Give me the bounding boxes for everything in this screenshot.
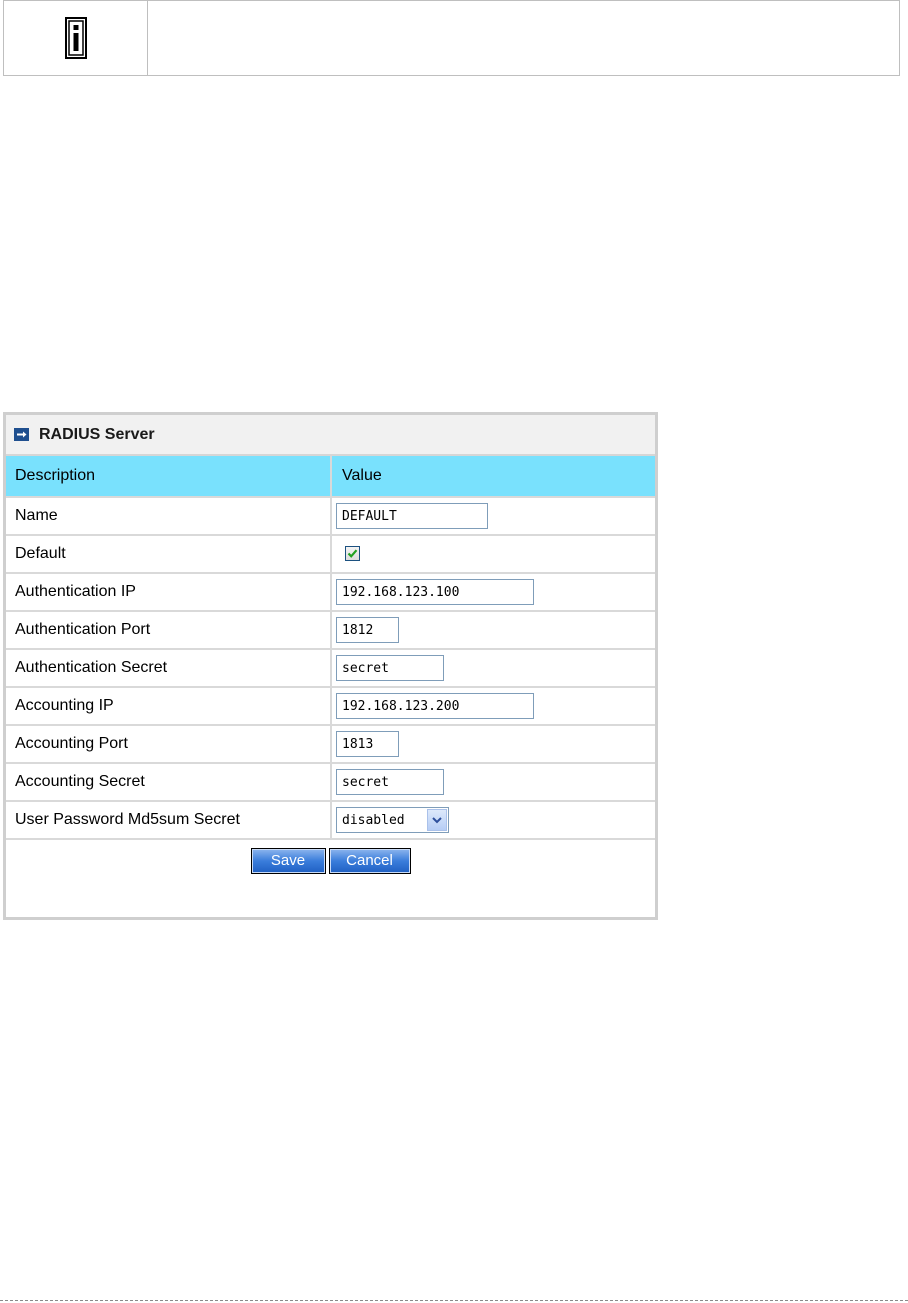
default-checkbox[interactable] xyxy=(345,546,360,562)
md5-secret-select[interactable]: disabled xyxy=(336,807,449,833)
info-icon xyxy=(64,17,87,59)
save-button[interactable]: Save xyxy=(250,847,326,874)
auth-ip-input[interactable] xyxy=(336,579,534,605)
table-row: Accounting Port xyxy=(6,724,655,764)
cancel-button[interactable]: Cancel xyxy=(328,847,411,874)
column-header-description: Description xyxy=(6,456,332,498)
info-note-box xyxy=(3,0,900,76)
auth-ip-label: Authentication IP xyxy=(6,572,332,612)
auth-secret-input[interactable] xyxy=(336,655,444,681)
default-label: Default xyxy=(6,534,332,574)
arrow-right-icon xyxy=(14,428,29,441)
auth-secret-value-cell xyxy=(330,648,655,688)
panel-title: RADIUS Server xyxy=(39,425,155,443)
acct-ip-value-cell xyxy=(330,686,655,726)
actions-row: Save Cancel xyxy=(6,838,655,881)
auth-port-input[interactable] xyxy=(336,617,399,643)
acct-secret-input[interactable] xyxy=(336,769,444,795)
page-footer-divider xyxy=(0,1300,908,1301)
table-row: Accounting IP xyxy=(6,686,655,726)
checkmark-icon xyxy=(347,549,358,559)
table-row: Authentication Secret xyxy=(6,648,655,688)
md5-value-cell: disabled xyxy=(330,800,655,840)
auth-port-value-cell xyxy=(330,610,655,650)
table-row: Name xyxy=(6,496,655,536)
chevron-down-icon xyxy=(432,817,442,824)
table-row: User Password Md5sum Secret disabled xyxy=(6,800,655,840)
auth-ip-value-cell xyxy=(330,572,655,612)
table-row: Authentication Port xyxy=(6,610,655,650)
acct-secret-label: Accounting Secret xyxy=(6,762,332,802)
note-text-cell xyxy=(148,1,899,75)
default-value-cell xyxy=(330,534,655,574)
radius-settings-table: Description Value Name Default Authentic… xyxy=(6,456,655,881)
md5-select-dropdown-button[interactable] xyxy=(427,809,447,831)
auth-secret-label: Authentication Secret xyxy=(6,648,332,688)
md5-select-value: disabled xyxy=(342,812,405,828)
table-row: Authentication IP xyxy=(6,572,655,612)
name-label: Name xyxy=(6,496,332,536)
acct-port-value-cell xyxy=(330,724,655,764)
name-input[interactable] xyxy=(336,503,488,529)
auth-port-label: Authentication Port xyxy=(6,610,332,650)
acct-ip-label: Accounting IP xyxy=(6,686,332,726)
radius-server-panel: RADIUS Server Description Value Name Def… xyxy=(3,412,658,920)
table-row: Accounting Secret xyxy=(6,762,655,802)
table-header-row: Description Value xyxy=(6,456,655,498)
table-row: Default xyxy=(6,534,655,574)
panel-header: RADIUS Server xyxy=(6,415,655,456)
md5-label: User Password Md5sum Secret xyxy=(6,800,332,840)
acct-port-label: Accounting Port xyxy=(6,724,332,764)
actions-cell: Save Cancel xyxy=(6,838,655,881)
acct-secret-value-cell xyxy=(330,762,655,802)
note-icon-cell xyxy=(4,1,148,75)
acct-ip-input[interactable] xyxy=(336,693,534,719)
name-value-cell xyxy=(330,496,655,536)
column-header-value: Value xyxy=(330,456,655,498)
acct-port-input[interactable] xyxy=(336,731,399,757)
